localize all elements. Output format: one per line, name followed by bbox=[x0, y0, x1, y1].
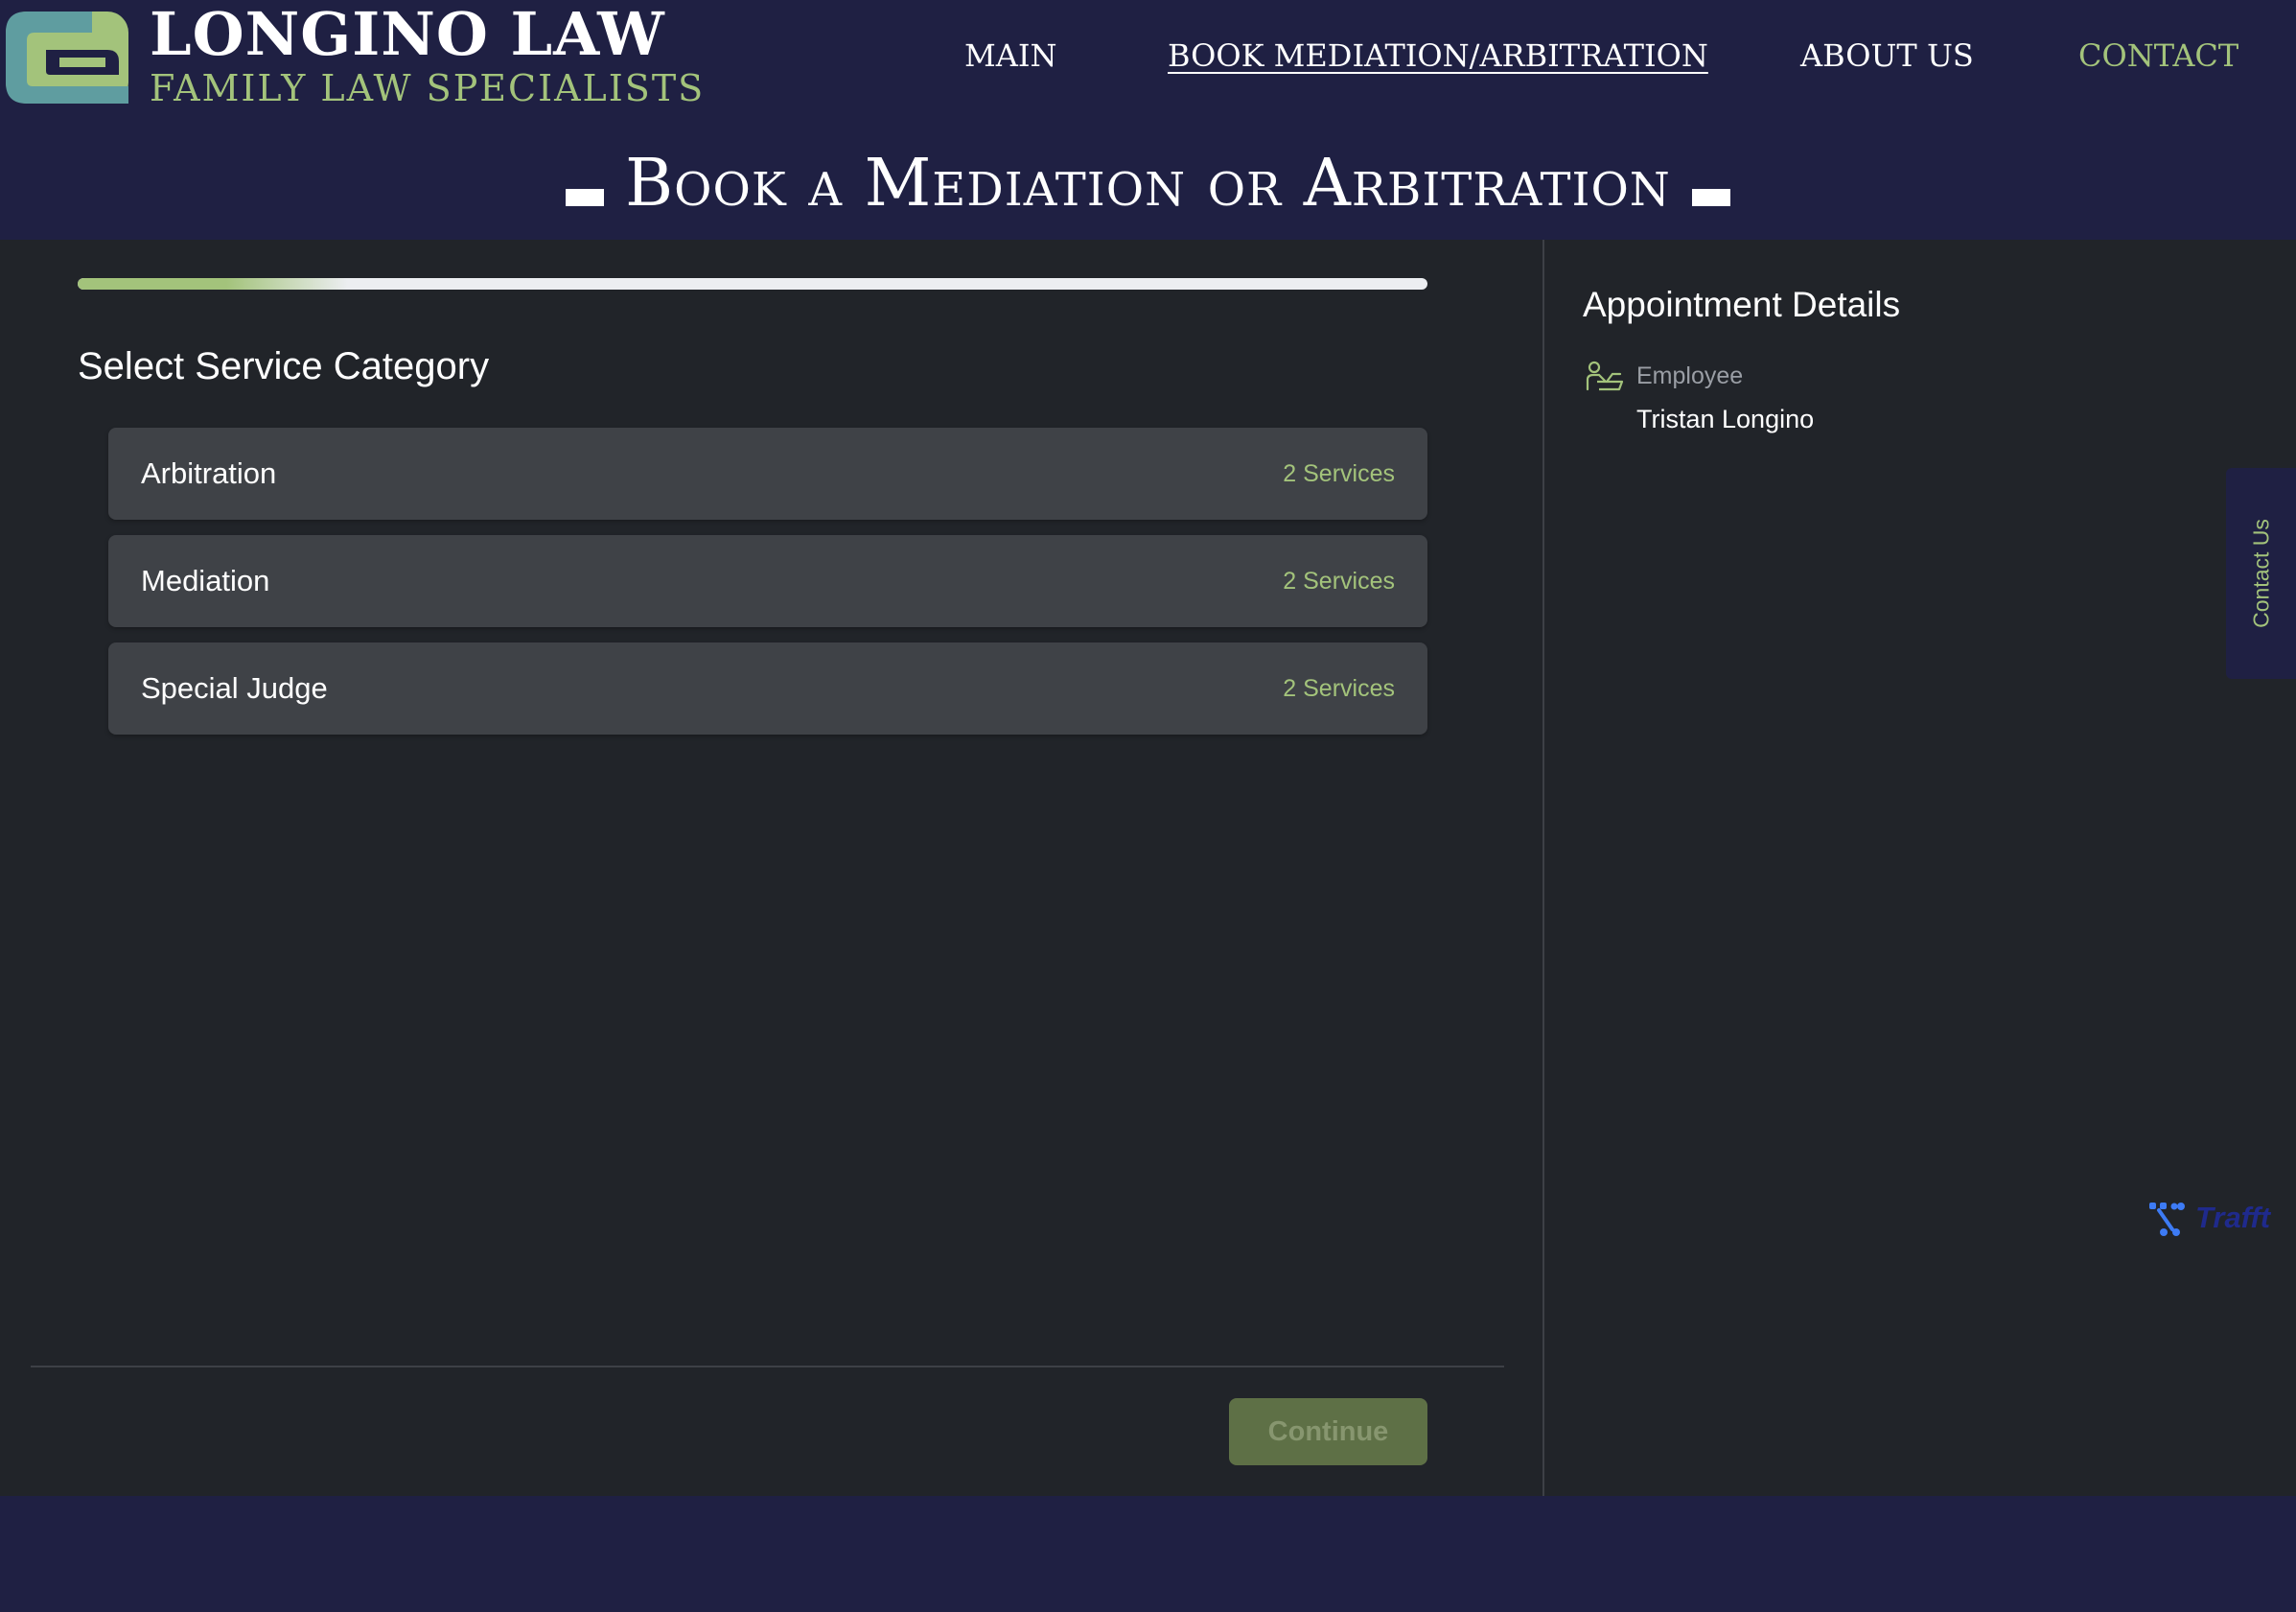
title-dash-right bbox=[1691, 188, 1730, 206]
site-header: LONGINO LAW FAMILY LAW SPECIALISTS MAIN … bbox=[0, 0, 2296, 240]
booking-widget: Select Service Category Arbitration 2 Se… bbox=[0, 240, 2296, 1496]
contact-us-tab-label: Contact Us bbox=[2248, 519, 2273, 628]
nav-contact[interactable]: CONTACT bbox=[2078, 33, 2238, 79]
service-category-list: Arbitration 2 Services Mediation 2 Servi… bbox=[108, 428, 1427, 750]
page-title: Book a Mediation or Arbitration bbox=[625, 146, 1671, 222]
appointment-details-title: Appointment Details bbox=[1583, 285, 1901, 324]
title-dash-left bbox=[566, 188, 605, 206]
continue-button[interactable]: Continue bbox=[1229, 1398, 1427, 1465]
booking-main-pane: Select Service Category Arbitration 2 Se… bbox=[0, 240, 1542, 1496]
footer-divider bbox=[31, 1366, 1504, 1367]
employee-desk-icon bbox=[1586, 361, 1624, 391]
category-item-special-judge[interactable]: Special Judge 2 Services bbox=[108, 642, 1427, 735]
step-progress-fill bbox=[78, 278, 348, 290]
contact-us-side-tab[interactable]: Contact Us bbox=[2226, 468, 2296, 679]
appointment-details-pane: Appointment Details Employee Tristan Lon… bbox=[1544, 240, 2296, 1496]
main-nav: MAIN BOOK MEDIATION/ARBITRATION ABOUT US… bbox=[0, 33, 2296, 81]
nav-main[interactable]: MAIN bbox=[964, 33, 1057, 79]
category-service-count: 2 Services bbox=[1283, 460, 1395, 487]
page-title-bar: Book a Mediation or Arbitration bbox=[0, 144, 2296, 224]
category-item-arbitration[interactable]: Arbitration 2 Services bbox=[108, 428, 1427, 520]
trafft-badge[interactable]: Trafft bbox=[2147, 1197, 2282, 1239]
employee-value: Tristan Longino bbox=[1636, 405, 1815, 433]
category-name: Arbitration bbox=[141, 456, 277, 490]
nav-book-mediation-arbitration[interactable]: BOOK MEDIATION/ARBITRATION bbox=[1168, 33, 1708, 79]
category-item-mediation[interactable]: Mediation 2 Services bbox=[108, 535, 1427, 627]
step-progress-bar bbox=[78, 278, 1427, 290]
nav-about-us[interactable]: ABOUT US bbox=[1800, 33, 1974, 79]
trafft-logo-icon bbox=[2149, 1203, 2185, 1236]
category-name: Special Judge bbox=[141, 671, 328, 705]
category-name: Mediation bbox=[141, 564, 270, 597]
employee-label: Employee bbox=[1636, 362, 1744, 389]
step-title: Select Service Category bbox=[78, 345, 490, 387]
category-service-count: 2 Services bbox=[1283, 568, 1395, 595]
category-service-count: 2 Services bbox=[1283, 675, 1395, 702]
trafft-wordmark: Trafft bbox=[2195, 1201, 2271, 1234]
